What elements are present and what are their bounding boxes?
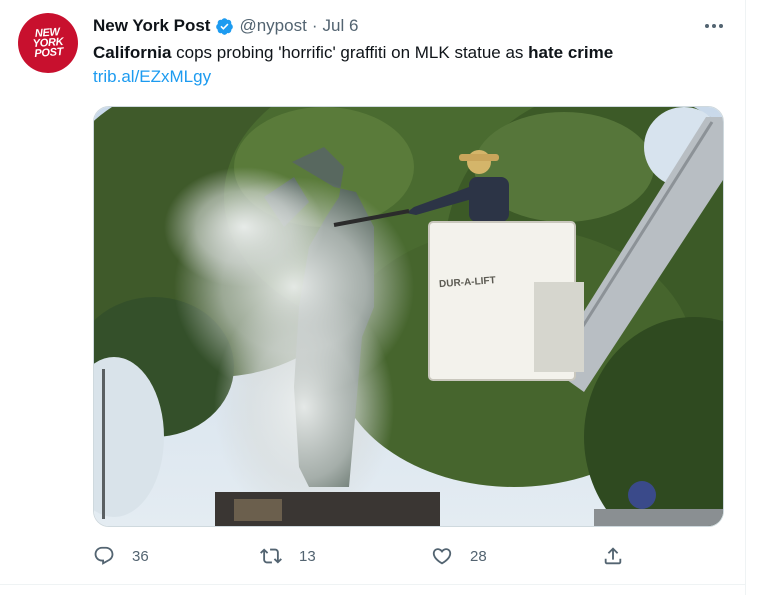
more-horizontal-icon[interactable]: [702, 14, 726, 38]
avatar[interactable]: NEW YORK POST: [15, 10, 81, 76]
tweet-text-bold-location: California: [93, 43, 172, 62]
tweet-link[interactable]: trib.al/EZxMLgy: [93, 67, 211, 87]
retweet-icon: [260, 548, 282, 564]
reply-icon: [94, 546, 114, 565]
verified-badge-icon: [216, 17, 234, 35]
tweet-divider: [0, 584, 745, 585]
separator-dot: ·: [311, 16, 318, 35]
photo-scene: DUR-A-LIFT: [94, 107, 723, 526]
tweet-text-bold-crime: hate crime: [528, 43, 614, 62]
heart-icon: [432, 548, 452, 565]
retweet-button[interactable]: 13: [260, 538, 316, 574]
tweet-header: New York Post @nypost · Jul 6: [93, 14, 358, 38]
tweet-photo[interactable]: DUR-A-LIFT: [93, 106, 724, 527]
share-icon: [604, 547, 622, 565]
tweet-actions: 36 13 28: [93, 538, 733, 574]
like-button[interactable]: 28: [431, 538, 487, 574]
reply-button[interactable]: 36: [93, 538, 149, 574]
tweet-date[interactable]: Jul 6: [323, 16, 359, 36]
author-name[interactable]: New York Post: [93, 16, 210, 36]
avatar-text-post: POST: [33, 45, 64, 60]
retweet-count: 13: [299, 547, 316, 565]
column-divider: [745, 0, 746, 595]
tweet-text: California cops probing 'horrific' graff…: [93, 42, 613, 64]
reply-count: 36: [132, 547, 149, 565]
author-handle[interactable]: @nypost: [239, 16, 306, 36]
tweet-text-body: cops probing 'horrific' graffiti on MLK …: [171, 43, 529, 62]
like-count: 28: [470, 547, 487, 565]
share-button[interactable]: [602, 538, 624, 574]
